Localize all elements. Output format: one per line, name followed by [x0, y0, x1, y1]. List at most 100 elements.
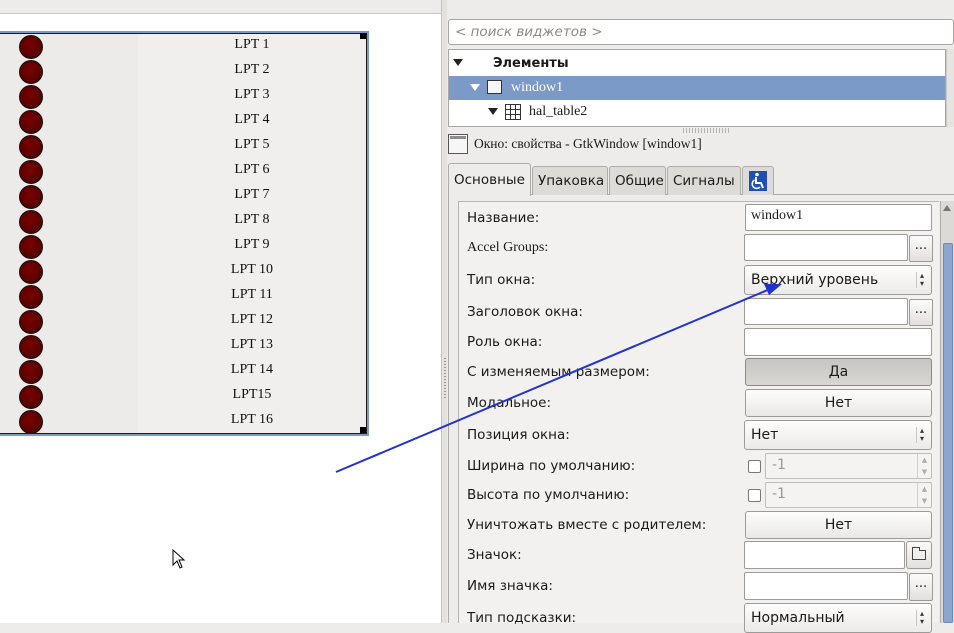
led-indicator-icon: [19, 135, 43, 159]
led-indicator-icon: [19, 60, 43, 84]
design-canvas[interactable]: LPT 1 LPT 2 LPT 3 LPT 4 LPT 5 LPT 6 LPT 7 LPT 8…: [0, 0, 441, 623]
icon-name-field[interactable]: [744, 572, 908, 600]
name-label: Название:: [467, 210, 540, 226]
window-position-label: Позиция окна:: [467, 427, 570, 443]
led-indicator-icon: [19, 385, 43, 409]
combo-arrows-icon: [916, 610, 925, 626]
name-field[interactable]: window1: [745, 204, 932, 231]
led-indicator-icon: [19, 85, 43, 109]
lpt-label: LPT 2: [234, 62, 270, 77]
table-icon: [505, 104, 521, 120]
resizable-label: С изменяемым размером:: [467, 364, 650, 380]
properties-scrollbar[interactable]: [940, 201, 954, 623]
scrollbar-thumb[interactable]: [943, 243, 953, 623]
expander-icon[interactable]: [488, 108, 498, 115]
spin-arrows-icon[interactable]: ▲ ▼: [917, 454, 931, 478]
default-width-label: Ширина по умолчанию:: [467, 458, 636, 474]
hal-table-row: LPT 2: [0, 59, 366, 84]
tree-item-hal-table2[interactable]: hal_table2: [449, 100, 945, 124]
lpt-label: LPT 16: [230, 412, 274, 427]
hal-table-row: LPT 1: [0, 34, 366, 59]
scroll-up-icon[interactable]: [943, 205, 951, 211]
destroy-with-parent-toggle[interactable]: Нет: [745, 511, 932, 539]
hal-table-row: LPT 16: [0, 409, 366, 433]
hal-table-row: LPT 3: [0, 84, 366, 109]
properties-title-text: Окно: свойства - GtkWindow [window1]: [474, 136, 702, 151]
hal-table-row: LPT 7: [0, 184, 366, 209]
window-title-button[interactable]: ...: [909, 299, 933, 326]
hal-table-row: LPT 8: [0, 209, 366, 234]
window-position-combo[interactable]: Нет: [744, 420, 932, 450]
window-role-label: Роль окна:: [467, 334, 543, 350]
tab-common[interactable]: Общие: [609, 166, 666, 195]
led-indicator-icon: [19, 260, 43, 284]
lpt-label: LPT 6: [234, 162, 270, 177]
icon-field[interactable]: [744, 541, 905, 569]
tab-accessibility[interactable]: [742, 166, 774, 195]
combo-arrows-icon: [916, 272, 925, 288]
expander-icon[interactable]: [470, 84, 480, 91]
accessibility-icon: [749, 171, 767, 191]
default-width-spin[interactable]: -1 ▲ ▼: [765, 453, 932, 479]
led-indicator-icon: [19, 285, 43, 309]
lpt-label: LPT 9: [234, 237, 270, 252]
hal-table-row: LPT 9: [0, 234, 366, 259]
type-hint-combo[interactable]: Нормальный: [744, 603, 932, 633]
pane-divider[interactable]: [441, 0, 447, 623]
window-icon: [448, 134, 468, 154]
lpt-label: LPT 13: [230, 337, 274, 352]
widget-tree[interactable]: Элементы window1 hal_table2: [448, 49, 946, 127]
tree-splitter-grip[interactable]: [683, 128, 729, 133]
accel-groups-label: Accel Groups:: [467, 240, 549, 255]
resize-handle-top-right[interactable]: [360, 33, 366, 39]
led-indicator-icon: [19, 185, 43, 209]
hal-table-row: LPT 14: [0, 359, 366, 384]
lpt-label: LPT 5: [234, 137, 270, 152]
window-role-field[interactable]: [744, 328, 932, 356]
tab-packing[interactable]: Упаковка: [532, 166, 608, 195]
expander-icon[interactable]: [453, 59, 463, 66]
modal-label: Модальное:: [467, 395, 552, 411]
lpt-label: LPT 10: [230, 262, 274, 277]
lpt-label: LPT 3: [234, 87, 270, 102]
accel-groups-field[interactable]: [744, 234, 908, 261]
spin-arrows-icon[interactable]: ▲ ▼: [917, 483, 931, 507]
resizable-toggle[interactable]: Да: [745, 358, 932, 386]
window-title-label: Заголовок окна:: [467, 304, 583, 320]
led-indicator-icon: [19, 160, 43, 184]
led-indicator-icon: [19, 335, 43, 359]
destroy-with-parent-label: Уничтожать вместе с родителем:: [467, 517, 707, 533]
icon-name-button[interactable]: ...: [909, 573, 933, 601]
type-hint-label: Тип подсказки:: [467, 610, 577, 626]
window-type-combo[interactable]: Верхний уровень: [744, 265, 932, 295]
tab-signals[interactable]: Сигналы: [667, 166, 741, 195]
tree-header-row[interactable]: Элементы: [449, 51, 945, 75]
lpt-label: LPT 1: [234, 37, 270, 52]
folder-icon: [912, 547, 926, 560]
tab-general[interactable]: Основные: [448, 163, 531, 196]
led-indicator-icon: [19, 110, 43, 134]
tree-item-window1[interactable]: window1: [449, 76, 945, 100]
icon-label: Значок:: [467, 547, 522, 563]
tree-scrollbar[interactable]: [946, 49, 954, 127]
led-indicator-icon: [19, 310, 43, 334]
hal-table-row: LPT 13: [0, 334, 366, 359]
hal-table-row: LPT 10: [0, 259, 366, 284]
led-indicator-icon: [19, 35, 43, 59]
default-height-checkbox[interactable]: [748, 489, 761, 502]
hal-window-preview[interactable]: LPT 1 LPT 2 LPT 3 LPT 4 LPT 5 LPT 6 LPT 7 LPT 8…: [0, 31, 369, 436]
hal-table-row: LPT 6: [0, 159, 366, 184]
window-title-field[interactable]: [744, 298, 908, 325]
default-height-label: Высота по умолчанию:: [467, 487, 630, 503]
window-type-label: Тип окна:: [467, 272, 536, 288]
icon-file-button[interactable]: [906, 541, 932, 569]
tree-header-label: Элементы: [493, 56, 569, 71]
led-indicator-icon: [19, 210, 43, 234]
widget-search-input[interactable]: < поиск виджетов >: [448, 19, 954, 45]
resize-handle-bottom-right[interactable]: [360, 427, 366, 433]
default-width-checkbox[interactable]: [748, 460, 761, 473]
modal-toggle[interactable]: Нет: [745, 389, 932, 417]
window-icon: [487, 80, 502, 94]
accel-groups-button[interactable]: ...: [909, 235, 933, 262]
default-height-spin[interactable]: -1 ▲ ▼: [765, 482, 932, 508]
